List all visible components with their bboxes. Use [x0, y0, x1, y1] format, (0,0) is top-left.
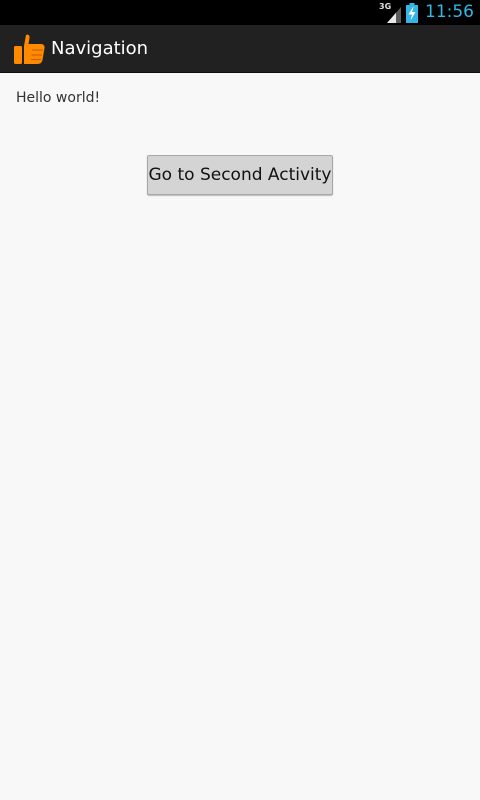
- status-icons: 3G 11:56: [379, 0, 474, 25]
- action-bar: Navigation: [0, 25, 480, 73]
- app-screen: 3G 11:56 Navigation Hello world! Go to S…: [0, 0, 480, 800]
- app-title: Navigation: [51, 38, 149, 59]
- signal-icon: 3G: [379, 2, 401, 23]
- main-content: Hello world! Go to Second Activity: [0, 73, 480, 800]
- hello-text: Hello world!: [16, 90, 101, 106]
- status-bar: 3G 11:56: [0, 0, 480, 25]
- thumbs-up-icon[interactable]: [12, 34, 46, 64]
- battery-charging-icon: [406, 2, 418, 23]
- status-clock: 11:56: [425, 2, 474, 22]
- go-to-second-activity-button[interactable]: Go to Second Activity: [147, 155, 333, 195]
